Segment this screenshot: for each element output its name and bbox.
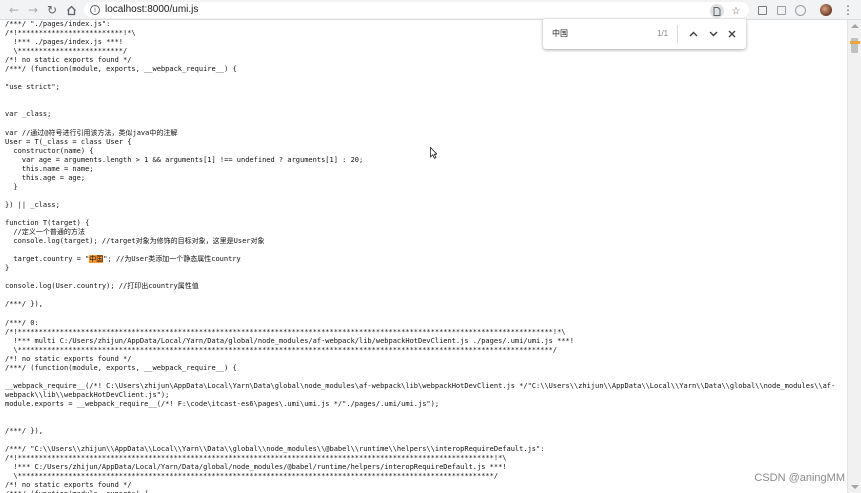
browser-toolbar: ← → ↻ i localhost:8000/umi.js ☆ ⋮ [0, 0, 861, 20]
site-info-icon[interactable]: i [90, 5, 100, 15]
code-line: /*!*************************************… [5, 454, 507, 463]
code-line: /*! no static exports found */ [5, 354, 132, 363]
code-line: /***/ }), [5, 300, 43, 309]
close-icon [728, 30, 736, 38]
page-info-icon[interactable] [710, 4, 724, 18]
address-bar[interactable]: i localhost:8000/umi.js ☆ [84, 2, 749, 18]
code-line: \***************************************… [5, 345, 558, 354]
code-line: !*** C:/Users/zhijun/AppData/Local/Yarn/… [5, 463, 507, 472]
code-line: /***/ (function(module, exports, __webpa… [5, 65, 237, 74]
code-line: this.age = age; [5, 173, 86, 182]
find-next-button[interactable] [705, 26, 721, 42]
code-line: } [5, 264, 10, 273]
find-previous-button[interactable] [685, 26, 701, 42]
page-content: /***/ "./pages/index.js":/*!************… [0, 20, 847, 493]
bookmark-star-icon[interactable]: ☆ [729, 4, 743, 18]
extension-icon[interactable] [773, 2, 789, 18]
code-line: /***/ }), [5, 427, 43, 436]
code-line: //定义一个普通的方法 [5, 228, 85, 237]
reload-icon[interactable]: ↻ [44, 2, 60, 18]
find-match-highlight: 中国 [89, 255, 104, 264]
code-line: /***/ "C:\\Users\\zhijun\\AppData\\Local… [5, 445, 545, 454]
code-line: User = T(_class = class User { [5, 137, 132, 146]
code-line: \***************************************… [5, 472, 499, 481]
extension-icon[interactable] [792, 2, 808, 18]
text-cursor-icon [430, 147, 437, 159]
code-line: target.country = "中国"; //为User类添加一个静态属性c… [5, 255, 241, 264]
code-line: }) || _class; [5, 200, 60, 209]
find-bar: 1/1 [543, 19, 746, 49]
source-code: /***/ "./pages/index.js":/*!************… [0, 20, 847, 493]
vertical-scrollbar[interactable] [847, 20, 861, 493]
code-line: this.name = name; [5, 164, 94, 173]
code-line: __webpack_require__(/*! C:\Users\zhijun\… [5, 381, 836, 390]
code-line: var age = arguments.length > 1 && argume… [5, 155, 364, 164]
find-close-button[interactable] [724, 26, 740, 42]
code-line: /***/ 0: [5, 318, 39, 327]
back-icon[interactable]: ← [6, 2, 22, 18]
code-line: !*** multi C:/Users/zhijun/AppData/Local… [5, 336, 574, 345]
chevron-up-icon [689, 31, 697, 37]
find-match-tick [850, 41, 860, 44]
code-line: "use strict"; [5, 83, 60, 92]
code-line: } [5, 182, 18, 191]
code-line: /*! no static exports found */ [5, 56, 132, 65]
code-line: var //通过@符号进行引用该方法，类似java中的注解 [5, 128, 178, 137]
url-text: localhost:8000/umi.js [105, 4, 199, 15]
watermark-text: CSDN @aningMM [754, 472, 845, 484]
code-line: /***/ (function(module, exports, __webpa… [5, 363, 237, 372]
code-line: module.exports = __webpack_require__(/*!… [5, 399, 440, 408]
home-icon[interactable] [63, 2, 79, 18]
code-line: console.log(target); //target对象为修饰的目标对象，… [5, 237, 265, 246]
scroll-down-arrow-icon[interactable] [851, 485, 859, 489]
code-line: webpack\\lib\\webpackHotDevClient.js"); [5, 390, 170, 399]
profile-avatar[interactable] [820, 4, 832, 16]
code-line: var _class; [5, 110, 52, 119]
scroll-up-arrow-icon[interactable] [851, 24, 859, 28]
code-line: function T(target) { [5, 219, 90, 228]
code-line: /*!*************************************… [5, 327, 566, 336]
find-match-count: 1/1 [657, 29, 669, 38]
code-line: constructor(name) { [5, 146, 94, 155]
find-input[interactable] [552, 27, 662, 41]
find-separator [677, 25, 678, 43]
chevron-down-icon [709, 31, 717, 37]
code-line: /*! no static exports found */ [5, 481, 132, 490]
code-line: console.log(User.country); //打印出country属… [5, 282, 199, 291]
extension-icon[interactable] [754, 2, 770, 18]
forward-icon[interactable]: → [25, 2, 41, 18]
menu-kebab-icon[interactable]: ⋮ [840, 2, 856, 18]
